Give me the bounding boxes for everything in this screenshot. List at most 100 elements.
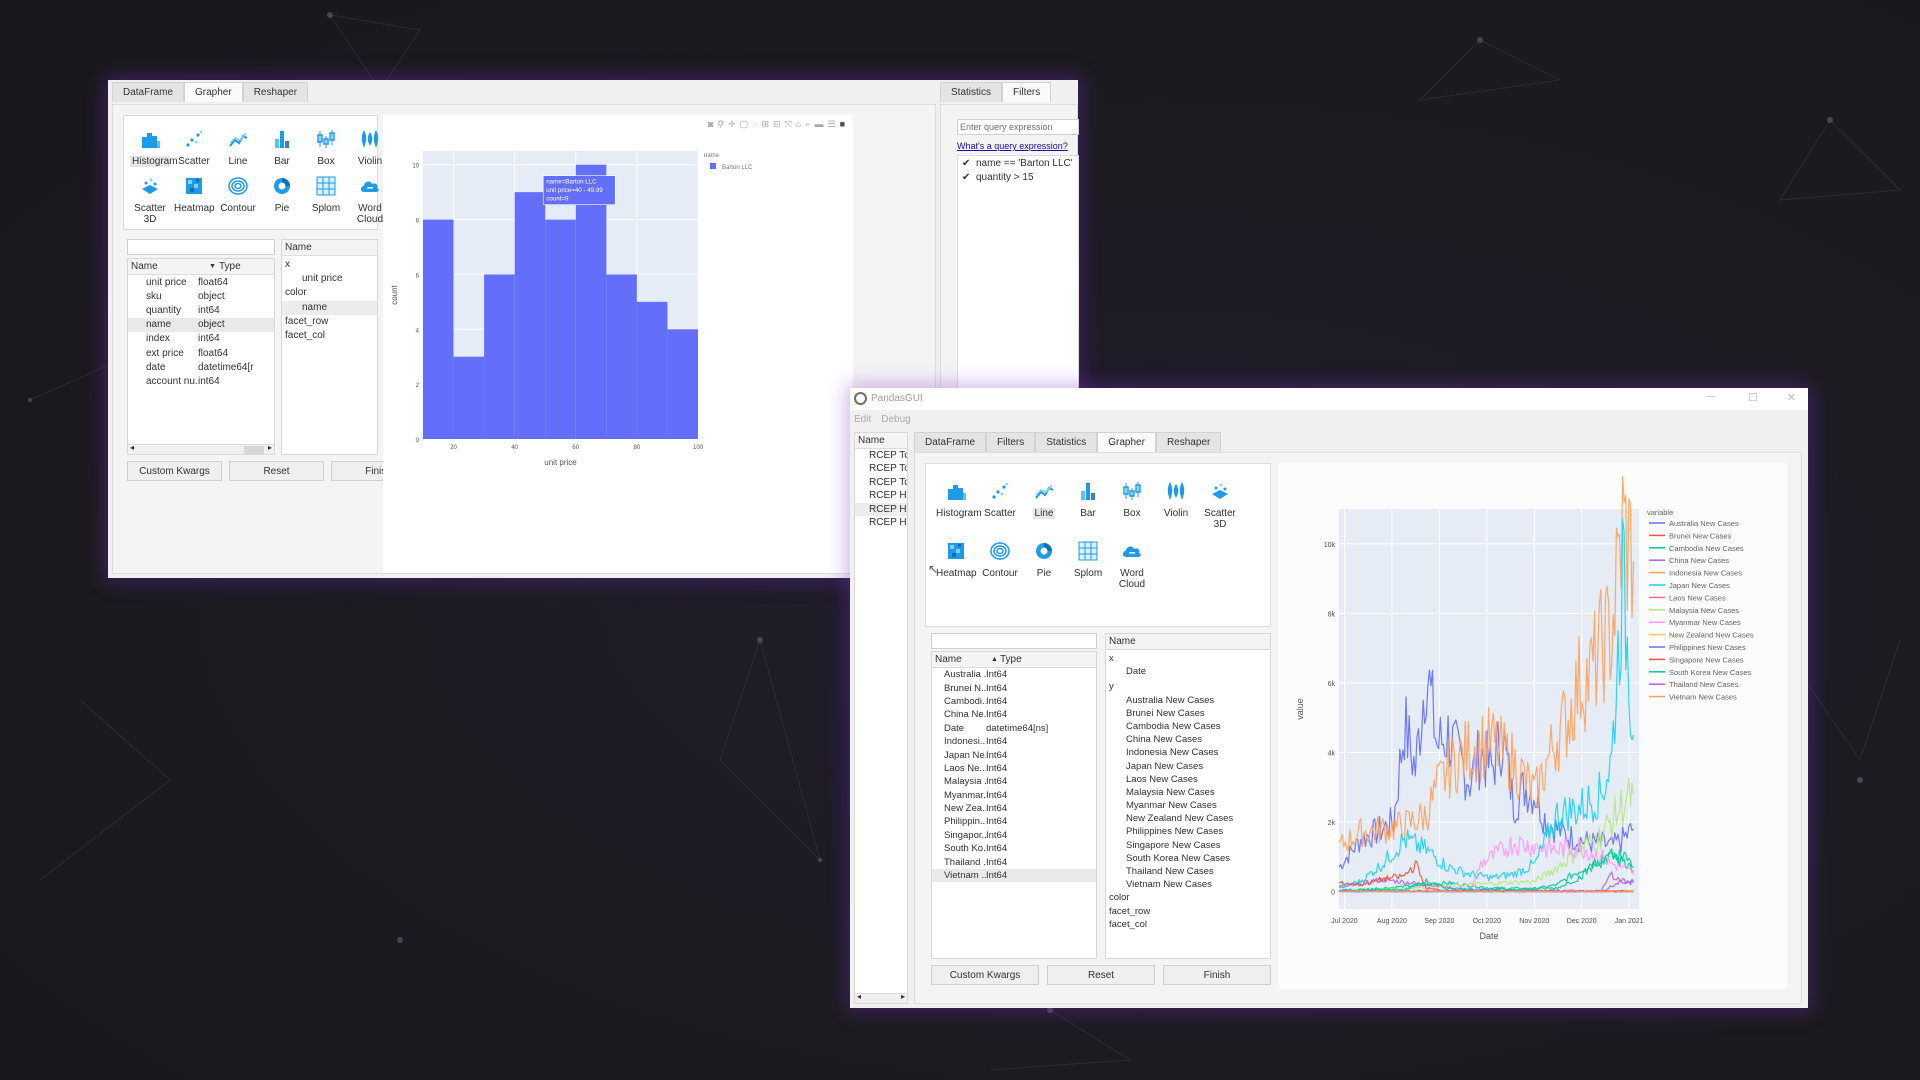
- dataframe-item[interactable]: RCEP Toc: [855, 449, 907, 462]
- autoscale-icon[interactable]: ⤧: [785, 119, 792, 130]
- chart-type-bar[interactable]: Bar: [1066, 480, 1110, 530]
- tab-filters[interactable]: Filters: [1002, 82, 1052, 102]
- tab-grapher[interactable]: Grapher: [184, 82, 243, 102]
- dataframe-item[interactable]: RCEP Toc: [855, 476, 907, 489]
- reset-axes-icon[interactable]: ⌂: [796, 119, 801, 130]
- tab-statistics[interactable]: Statistics: [940, 82, 1003, 102]
- reset-button[interactable]: Reset: [229, 461, 324, 481]
- hover-compare-icon[interactable]: ☰: [827, 119, 835, 130]
- legend-entry[interactable]: Australia New Cases: [1669, 519, 1739, 528]
- chart-type-box[interactable]: Box: [304, 128, 348, 167]
- column-row[interactable]: sku object: [128, 289, 274, 303]
- column-row[interactable]: Japan Ne...Int64: [932, 748, 1096, 761]
- assigned-field[interactable]: China New Cases: [1106, 733, 1270, 746]
- legend-entry[interactable]: Malaysia New Cases: [1669, 606, 1739, 615]
- title-bar[interactable]: PandasGUI — ☐ ✕: [850, 388, 1808, 410]
- query-expression-input[interactable]: [957, 119, 1079, 135]
- hover-closest-icon[interactable]: ▬: [814, 119, 823, 130]
- tab-reshaper[interactable]: Reshaper: [242, 82, 309, 102]
- chart-type-pie[interactable]: Pie: [260, 175, 304, 225]
- column-row[interactable]: Malaysia ...Int64: [932, 775, 1096, 788]
- pan-icon[interactable]: ✛: [728, 119, 736, 130]
- lasso-icon[interactable]: ◌: [752, 119, 757, 130]
- field-slot[interactable]: y: [1106, 680, 1270, 693]
- column-row[interactable]: quantity int64: [128, 303, 274, 317]
- tab-statistics[interactable]: Statistics: [1035, 432, 1098, 452]
- assigned-field[interactable]: name: [282, 300, 377, 315]
- scroll-right-icon[interactable]: ▸: [901, 992, 905, 1001]
- assigned-field[interactable]: Date: [1106, 665, 1270, 678]
- legend-entry[interactable]: Cambodia New Cases: [1669, 544, 1744, 553]
- assigned-field[interactable]: Myanmar New Cases: [1106, 799, 1270, 812]
- tab-dataframe[interactable]: DataFrame: [112, 82, 185, 102]
- scroll-right-icon[interactable]: ▸: [268, 443, 272, 452]
- chart-type-splom[interactable]: Splom: [304, 175, 348, 225]
- column-row[interactable]: Vietnam ... Int64: [932, 868, 1096, 883]
- histogram-bar[interactable]: [453, 356, 485, 439]
- column-row[interactable]: date datetime64[r: [128, 360, 274, 374]
- legend-entry[interactable]: China New Cases: [1669, 556, 1729, 565]
- chart-type-heatmap[interactable]: Heatmap: [934, 540, 978, 590]
- field-slot[interactable]: x: [1106, 652, 1270, 665]
- finish-button[interactable]: Finish: [1163, 965, 1271, 985]
- chart-type-scatter[interactable]: Scatter: [978, 480, 1022, 530]
- sort-ascending-icon[interactable]: ▲: [991, 656, 1000, 663]
- chart-type-line[interactable]: Line: [1022, 480, 1066, 530]
- column-row[interactable]: ext price float64: [128, 346, 274, 360]
- column-row[interactable]: name object: [128, 317, 274, 332]
- histogram-bar[interactable]: [423, 219, 454, 439]
- assigned-field[interactable]: Laos New Cases: [1106, 773, 1270, 786]
- column-row[interactable]: Myanmar...Int64: [932, 789, 1096, 802]
- chart-type-heatmap[interactable]: Heatmap: [172, 175, 216, 225]
- zoom-in-icon[interactable]: ⊞: [761, 119, 769, 130]
- tab-filters[interactable]: Filters: [986, 432, 1036, 452]
- field-slot[interactable]: x: [282, 258, 377, 272]
- column-row[interactable]: Indonesi... Int64: [932, 735, 1096, 748]
- chart-type-scatter-3d[interactable]: Scatter 3D: [128, 175, 172, 225]
- chart-type-splom[interactable]: Splom: [1066, 540, 1110, 590]
- legend-entry[interactable]: Thailand New Cases: [1669, 680, 1738, 689]
- field-slot[interactable]: facet_col: [282, 329, 377, 343]
- menu-debug[interactable]: Debug: [881, 414, 910, 425]
- assigned-field[interactable]: Singapore New Cases: [1106, 839, 1270, 852]
- assigned-field[interactable]: Brunei New Cases: [1106, 707, 1270, 720]
- legend-swatch[interactable]: [710, 163, 716, 169]
- horizontal-scrollbar[interactable]: ◂ ▸: [128, 443, 274, 454]
- chart-type-line[interactable]: Line: [216, 128, 260, 167]
- field-slot[interactable]: color: [1106, 891, 1270, 904]
- column-list-header[interactable]: Name ▲ Type: [932, 652, 1096, 668]
- scrollbar-thumb[interactable]: [244, 446, 264, 454]
- column-row[interactable]: Australia ...Int64: [932, 668, 1096, 681]
- assigned-field[interactable]: Vietnam New Cases: [1106, 878, 1270, 891]
- legend-entry[interactable]: South Korea New Cases: [1669, 668, 1751, 677]
- assigned-field[interactable]: unit price: [282, 272, 377, 286]
- column-row[interactable]: New Zea... Int64: [932, 802, 1096, 815]
- plotly-logo-icon[interactable]: ■: [840, 119, 845, 130]
- dataframe-item[interactable]: RCEP His: [855, 502, 907, 516]
- column-row[interactable]: Singapor... Int64: [932, 829, 1096, 842]
- sort-descending-icon[interactable]: ▼: [209, 263, 219, 270]
- assigned-field[interactable]: Thailand New Cases: [1106, 865, 1270, 878]
- chart-type-word-cloud[interactable]: Word Cloud: [1110, 540, 1154, 590]
- histogram-bar[interactable]: [636, 301, 668, 439]
- spike-lines-icon[interactable]: ⌐: [805, 119, 810, 130]
- column-row[interactable]: unit price float64: [128, 275, 274, 289]
- column-row[interactable]: Cambodi... Int64: [932, 695, 1096, 708]
- camera-icon[interactable]: ◙: [708, 119, 713, 130]
- tab-reshaper[interactable]: Reshaper: [1155, 432, 1222, 452]
- box-select-icon[interactable]: ▢: [740, 119, 749, 130]
- maximize-button[interactable]: ☐: [1748, 391, 1758, 404]
- column-row[interactable]: Thailand ...Int64: [932, 855, 1096, 868]
- assigned-field[interactable]: Indonesia New Cases: [1106, 746, 1270, 759]
- column-row[interactable]: Date datetime64[ns]: [932, 722, 1096, 735]
- minimize-button[interactable]: —: [1706, 391, 1716, 402]
- name-column-header[interactable]: Name: [131, 261, 209, 272]
- column-list-header[interactable]: Name ▼ Type: [128, 259, 274, 275]
- histogram-bar[interactable]: [667, 329, 698, 439]
- field-slot[interactable]: color: [282, 286, 377, 300]
- histogram-bar[interactable]: [606, 274, 637, 439]
- custom-kwargs-button[interactable]: Custom Kwargs: [931, 965, 1039, 985]
- chart-type-contour[interactable]: Contour: [978, 540, 1022, 590]
- assigned-field[interactable]: Japan New Cases: [1106, 760, 1270, 773]
- dataframe-item[interactable]: RCEP Toc: [855, 462, 907, 475]
